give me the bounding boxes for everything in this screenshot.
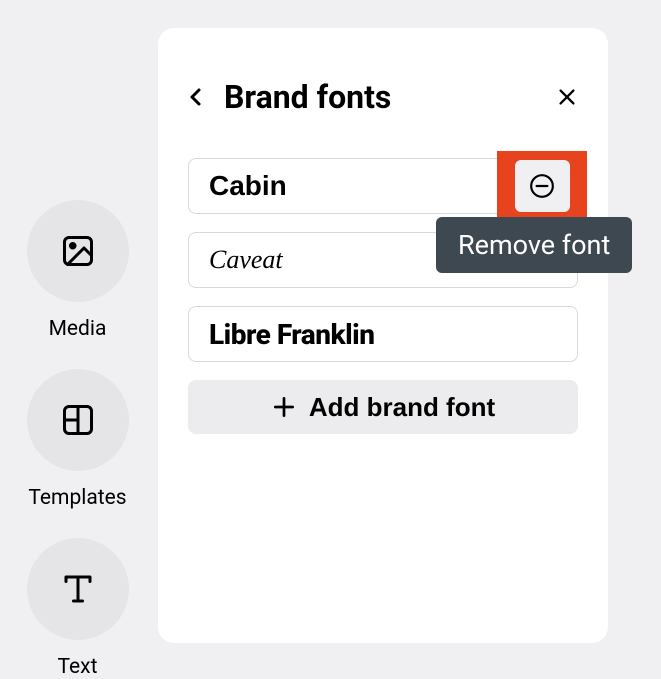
sidebar-item-text[interactable]: Text	[27, 538, 129, 679]
sidebar-label-media: Media	[49, 317, 107, 341]
font-row-libre[interactable]: Libre Franklin	[188, 306, 578, 362]
minus-circle-icon	[529, 173, 555, 199]
panel-header-left: Brand fonts	[188, 78, 391, 116]
tooltip-text: Remove font	[458, 229, 610, 261]
templates-icon-circle	[27, 369, 129, 471]
back-button[interactable]	[188, 85, 204, 109]
sidebar-label-text: Text	[58, 655, 98, 679]
media-icon	[60, 233, 96, 269]
sidebar-item-media[interactable]: Media	[27, 200, 129, 341]
add-font-label: Add brand font	[309, 392, 495, 423]
brand-fonts-panel: Brand fonts Cabin Caveat Libre Franklin	[158, 28, 608, 643]
remove-font-button[interactable]	[515, 160, 570, 212]
sidebar: Media Templates Text	[0, 200, 155, 679]
close-button[interactable]	[556, 86, 578, 108]
panel-title: Brand fonts	[224, 78, 391, 116]
add-brand-font-button[interactable]: Add brand font	[188, 380, 578, 434]
panel-header: Brand fonts	[188, 78, 578, 116]
close-icon	[556, 86, 578, 108]
templates-icon	[60, 402, 96, 438]
sidebar-label-templates: Templates	[28, 486, 126, 510]
media-icon-circle	[27, 200, 129, 302]
chevron-left-icon	[188, 85, 204, 109]
text-icon-circle	[27, 538, 129, 640]
font-row-cabin[interactable]: Cabin	[188, 158, 578, 214]
sidebar-item-templates[interactable]: Templates	[27, 369, 129, 510]
font-name-label: Caveat	[209, 245, 283, 275]
font-name-label: Cabin	[209, 170, 287, 202]
remove-font-tooltip: Remove font	[436, 217, 632, 273]
font-name-label: Libre Franklin	[209, 318, 375, 351]
text-icon	[60, 571, 96, 607]
remove-highlight-box	[497, 151, 587, 221]
plus-icon	[271, 394, 297, 420]
